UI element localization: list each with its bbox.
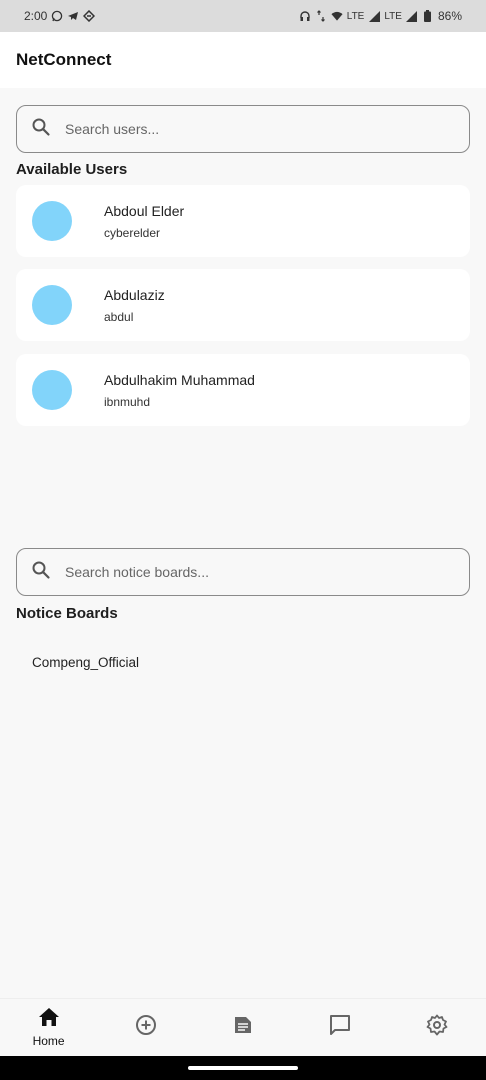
bottom-nav: Home [0,998,486,1056]
user-card[interactable]: Abdulaziz abdul [16,269,470,341]
status-bar: 2:00 LTE LTE 86% [0,0,486,32]
gesture-handle[interactable] [188,1066,298,1070]
data-arrows-icon [315,10,327,22]
status-left: 2:00 [24,9,96,23]
gesture-bar [0,1056,486,1080]
user-text: Abdulaziz abdul [104,287,165,324]
nav-notices[interactable] [194,999,291,1056]
battery-level: 86% [437,9,462,23]
available-users-heading: Available Users [16,161,128,178]
user-search-input[interactable] [65,121,445,137]
nav-home[interactable]: Home [0,999,97,1056]
add-circle-icon [135,1014,157,1041]
user-name: Abdulaziz [104,286,165,303]
user-text: Abdoul Elder cyberelder [104,203,184,240]
battery-icon [422,10,434,22]
avatar [32,370,72,410]
status-right: LTE LTE 86% [299,9,462,23]
user-text: Abdulhakim Muhammad ibnmuhd [104,372,255,409]
user-card[interactable]: Abdoul Elder cyberelder [16,185,470,257]
user-name: Abdulhakim Muhammad [104,371,255,388]
user-name: Abdoul Elder [104,202,185,219]
network-type-1: LTE [346,10,365,22]
chat-icon [329,1014,351,1041]
signal-icon [406,10,418,22]
user-handle: ibnmuhd [104,394,151,409]
app-bar: NetConnect [0,32,486,88]
search-icon [31,117,51,142]
network-type-2: LTE [384,10,402,22]
avatar [32,201,72,241]
notice-boards-heading: Notice Boards [16,605,118,622]
settings-icon [426,1014,448,1041]
search-icon [31,560,51,585]
board-search-input[interactable] [65,564,445,580]
headphones-icon [299,10,311,22]
avatar [32,285,72,325]
status-time: 2:00 [24,9,48,23]
nav-chat[interactable] [292,999,389,1056]
user-handle: cyberelder [104,225,161,240]
signal-icon [368,10,380,22]
app-title: NetConnect [16,50,112,69]
nav-add[interactable] [97,999,194,1056]
user-search-box[interactable] [16,105,470,153]
notice-board-item[interactable]: Compeng_Official [32,655,139,670]
app-icon [83,10,96,22]
home-icon [38,1007,60,1032]
user-card[interactable]: Abdulhakim Muhammad ibnmuhd [16,354,470,426]
nav-home-label: Home [32,1034,65,1048]
whatsapp-icon [51,10,63,22]
board-search-box[interactable] [16,548,470,596]
wifi-icon [331,10,343,22]
user-handle: abdul [104,309,134,324]
article-icon [233,1015,253,1040]
telegram-icon [67,10,79,22]
nav-settings[interactable] [389,999,486,1056]
